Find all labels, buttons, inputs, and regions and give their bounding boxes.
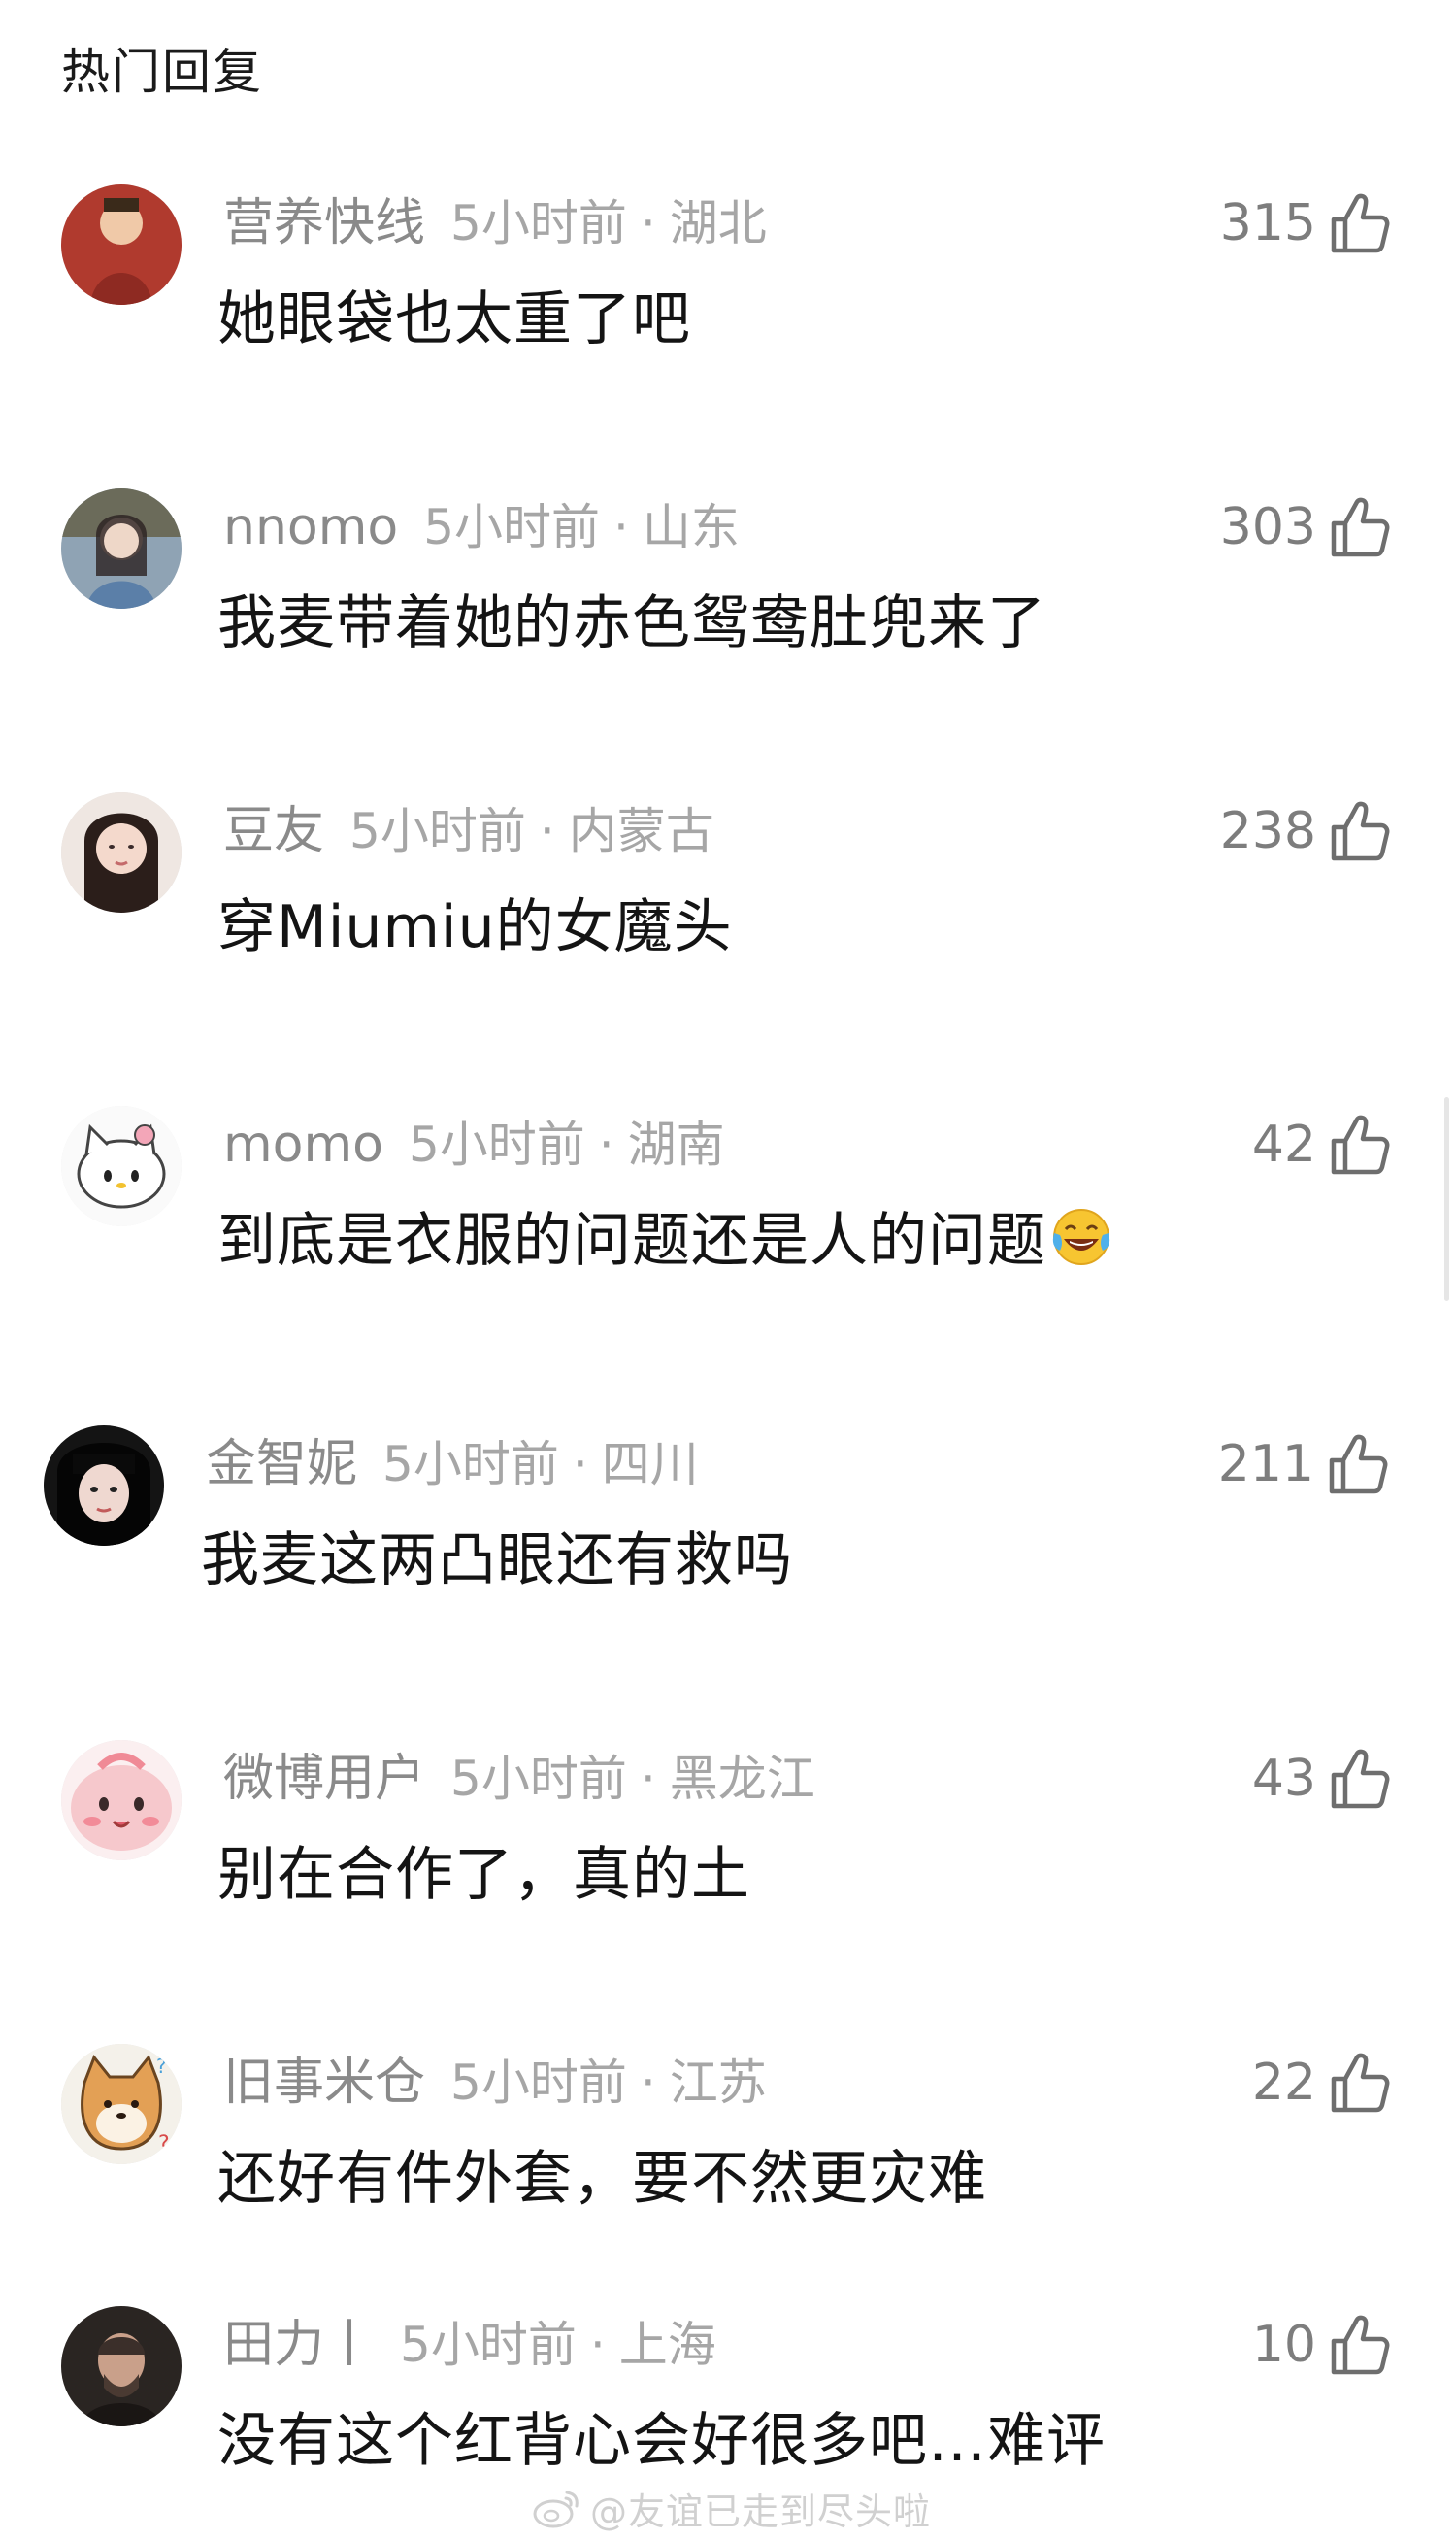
comment-time: 5小时前	[408, 1117, 585, 1173]
comment-time: 5小时前	[423, 499, 601, 555]
comment-text: 我麦带着她的赤色鸳鸯肚兜来了	[217, 589, 1046, 657]
separator-dot: ·	[640, 1751, 656, 1807]
comment-text: 我麦这两凸眼还有救吗	[201, 1526, 793, 1594]
avatar[interactable]	[61, 184, 182, 305]
separator-dot: ·	[640, 2055, 656, 2111]
username[interactable]: 豆友	[223, 802, 324, 860]
comment-item: nnomo 5小时前 · 山东 303 我麦带着她的赤色鸳鸯肚兜来了	[0, 488, 1456, 692]
comment-meta: 微博用户 5小时前 · 黑龙江	[223, 1740, 815, 1818]
username[interactable]: 金智妮	[206, 1435, 357, 1493]
comment-meta: 豆友 5小时前 · 内蒙古	[223, 792, 714, 870]
weibo-logo-icon	[533, 2491, 579, 2528]
username[interactable]: 旧事米仓	[223, 2054, 425, 2112]
comment-text: 到底是衣服的问题还是人的问题	[217, 1197, 1114, 1285]
avatar[interactable]	[61, 488, 182, 609]
comment-item: momo 5小时前 · 湖南 42 到底是衣服的问题还是人的问题	[0, 1106, 1456, 1310]
comment-meta: 金智妮 5小时前 · 四川	[206, 1425, 699, 1503]
comment-location: 湖南	[627, 1117, 725, 1173]
thumbs-up-icon	[1331, 2053, 1390, 2113]
thumbs-up-icon	[1329, 1434, 1388, 1494]
like-count: 22	[1251, 2054, 1316, 2112]
like-count: 315	[1219, 194, 1316, 252]
scrollbar-thumb[interactable]	[1444, 1097, 1449, 1301]
comment-location: 四川	[601, 1436, 699, 1492]
like-button[interactable]: 43	[1252, 1740, 1390, 1818]
comment-text: 没有这个红背心会好很多吧…难评	[217, 2407, 1106, 2475]
comment-item: 豆友 5小时前 · 内蒙古 238 穿Miumiu的女魔头	[0, 792, 1456, 996]
comment-text: 还好有件外套，要不然更灾难	[217, 2145, 987, 2213]
username[interactable]: 营养快线	[223, 194, 425, 252]
avatar[interactable]	[61, 1106, 182, 1226]
like-count: 43	[1251, 1750, 1316, 1808]
comment-item: 金智妮 5小时前 · 四川 211 我麦这两凸眼还有救吗	[0, 1425, 1456, 1629]
comment-meta: 田力丨 5小时前 · 上海	[223, 2306, 716, 2384]
like-button[interactable]: 238	[1220, 792, 1390, 870]
comment-location: 山东	[642, 499, 740, 555]
thumbs-up-icon	[1331, 193, 1390, 253]
like-count: 303	[1219, 498, 1316, 556]
separator-dot: ·	[613, 499, 629, 555]
svg-text:?: ?	[156, 2055, 167, 2078]
comment-text: 别在合作了，真的土	[217, 1841, 750, 1909]
like-button[interactable]: 22	[1252, 2044, 1390, 2122]
comment-location: 湖北	[669, 195, 767, 251]
separator-dot: ·	[539, 803, 555, 859]
separator-dot: ·	[640, 195, 656, 251]
laughing-tears-emoji	[1052, 1209, 1110, 1265]
separator-dot: ·	[589, 2317, 606, 2373]
like-button[interactable]: 42	[1252, 1106, 1390, 1184]
comment-location: 江苏	[669, 2055, 767, 2111]
avatar[interactable]	[44, 1425, 164, 1546]
like-count: 238	[1219, 802, 1316, 860]
like-button[interactable]: 10	[1252, 2306, 1390, 2384]
comment-time: 5小时前	[450, 2055, 627, 2111]
comment-meta: nnomo 5小时前 · 山东	[223, 488, 740, 566]
separator-dot: ·	[598, 1117, 614, 1173]
comment-location: 内蒙古	[568, 803, 714, 859]
username[interactable]: 田力丨	[223, 2316, 375, 2374]
avatar[interactable]	[61, 1740, 182, 1860]
thumbs-up-icon	[1331, 1749, 1390, 1809]
comment-location: 上海	[618, 2317, 716, 2373]
comment-meta: 营养快线 5小时前 · 湖北	[223, 184, 767, 262]
svg-text:?: ?	[158, 2132, 170, 2157]
watermark-text: @友谊已走到尽头啦	[590, 2490, 932, 2533]
comment-text-content: 到底是衣服的问题还是人的问题	[217, 1207, 1046, 1275]
comment-meta: 旧事米仓 5小时前 · 江苏	[223, 2044, 767, 2122]
thumbs-up-icon	[1331, 801, 1390, 861]
comment-location: 黑龙江	[669, 1751, 815, 1807]
username[interactable]: nnomo	[223, 498, 398, 556]
separator-dot: ·	[572, 1436, 588, 1492]
comment-item: ?? 旧事米仓 5小时前 · 江苏 22 还好有件外套，要不然更灾难	[0, 2044, 1456, 2248]
section-title: 热门回复	[61, 44, 263, 100]
username[interactable]: momo	[223, 1116, 383, 1174]
username[interactable]: 微博用户	[223, 1750, 425, 1808]
avatar[interactable]: ??	[61, 2044, 182, 2164]
like-button[interactable]: 315	[1220, 184, 1390, 262]
thumbs-up-icon	[1331, 1115, 1390, 1175]
like-button[interactable]: 303	[1220, 488, 1390, 566]
thumbs-up-icon	[1331, 2315, 1390, 2375]
like-count: 42	[1251, 1116, 1316, 1174]
watermark: @友谊已走到尽头啦	[532, 2479, 931, 2537]
avatar[interactable]	[61, 2306, 182, 2426]
thumbs-up-icon	[1331, 497, 1390, 557]
comment-item: 营养快线 5小时前 · 湖北 315 她眼袋也太重了吧	[0, 184, 1456, 388]
like-count: 10	[1251, 2316, 1316, 2374]
comment-text: 穿Miumiu的女魔头	[217, 893, 733, 961]
comment-time: 5小时前	[349, 803, 526, 859]
comment-time: 5小时前	[450, 1751, 627, 1807]
comment-text: 她眼袋也太重了吧	[217, 285, 691, 353]
comment-meta: momo 5小时前 · 湖南	[223, 1106, 725, 1184]
comment-item: 微博用户 5小时前 · 黑龙江 43 别在合作了，真的土	[0, 1740, 1456, 1944]
avatar[interactable]	[61, 792, 182, 913]
like-button[interactable]: 211	[1218, 1425, 1388, 1503]
comment-time: 5小时前	[450, 195, 627, 251]
comment-time: 5小时前	[382, 1436, 559, 1492]
like-count: 211	[1217, 1435, 1314, 1493]
comment-time: 5小时前	[400, 2317, 577, 2373]
